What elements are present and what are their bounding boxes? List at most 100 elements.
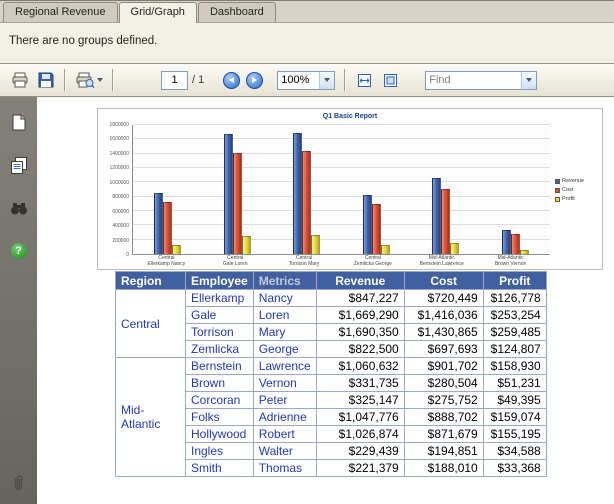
first-cell: Walter (253, 443, 316, 460)
header-employee[interactable]: Employee (186, 272, 254, 290)
tab-dashboard[interactable]: Dashboard (198, 2, 276, 22)
cost-cell: $275,752 (404, 392, 483, 409)
profit-cell: $253,254 (483, 307, 546, 324)
find-in-report-button[interactable] (6, 196, 32, 220)
grid-header-row: Region Employee Metrics Revenue Cost Pro… (116, 272, 547, 290)
bar-profit (520, 250, 529, 254)
next-page-button[interactable] (246, 72, 263, 89)
page-total-label: / 1 (192, 74, 204, 86)
profit-cell: $124,807 (483, 341, 546, 358)
revenue-cell: $229,439 (316, 443, 404, 460)
profit-cell: $159,074 (483, 409, 546, 426)
bar-revenue (154, 193, 163, 254)
bar-cost (302, 151, 311, 254)
x-axis-label: Mid-AtlanticBrown Vernon (476, 256, 545, 267)
profit-cell: $259,485 (483, 324, 546, 341)
legend-chip (555, 179, 560, 184)
previous-page-button[interactable] (223, 72, 240, 89)
bar-revenue (224, 134, 233, 254)
x-axis-label: Mid-AtlanticBernstein Lawrence (407, 256, 476, 267)
tab-regional-revenue[interactable]: Regional Revenue (3, 2, 118, 22)
revenue-cell: $325,147 (316, 392, 404, 409)
toolbar-separator (344, 69, 346, 91)
bar-cost (511, 234, 520, 254)
last-cell: Torrison (186, 324, 254, 341)
pages-icon (11, 157, 27, 174)
first-cell: Nancy (253, 290, 316, 307)
header-region[interactable]: Region (116, 272, 186, 290)
fit-page-button[interactable] (377, 68, 403, 93)
save-button[interactable] (33, 68, 59, 93)
grid-body: CentralEllerkampNancy$847,227$720,449$12… (116, 290, 547, 477)
bar-revenue (363, 195, 372, 254)
last-cell: Bernstein (186, 358, 254, 375)
viewer-sidebar: ? (0, 97, 37, 504)
bar-group (272, 125, 342, 254)
y-tick-label: 600000 (112, 209, 129, 215)
profit-cell: $158,930 (483, 358, 546, 375)
header-profit[interactable]: Profit (483, 272, 546, 290)
bar-group (342, 125, 412, 254)
cost-cell: $888,702 (404, 409, 483, 426)
report-toolbar: / 1 (0, 64, 614, 97)
profit-cell: $34,588 (483, 443, 546, 460)
y-tick-label: 1600000 (110, 136, 129, 142)
zoom-input[interactable] (278, 72, 319, 89)
bar-profit (311, 235, 320, 254)
revenue-cell: $1,690,350 (316, 324, 404, 341)
attachments-area (0, 471, 37, 495)
bar-revenue (293, 133, 302, 254)
bar-chart: Q1 Basic Report 180000016000001400000120… (97, 108, 603, 270)
x-axis-label: CentralEllerkamp Nancy (132, 256, 201, 267)
header-metrics[interactable]: Metrics (253, 272, 316, 290)
last-cell: Ingles (186, 443, 254, 460)
cost-cell: $871,679 (404, 426, 483, 443)
print-preview-button[interactable] (71, 68, 107, 93)
bar-cost (441, 189, 450, 254)
profit-cell: $126,778 (483, 290, 546, 307)
last-cell: Gale (186, 307, 254, 324)
profit-cell: $49,395 (483, 392, 546, 409)
header-revenue[interactable]: Revenue (316, 272, 404, 290)
cost-cell: $194,851 (404, 443, 483, 460)
cost-cell: $901,702 (404, 358, 483, 375)
fit-width-button[interactable] (351, 68, 377, 93)
fit-width-icon (357, 73, 372, 88)
find-input[interactable] (426, 72, 521, 89)
attachments-button[interactable] (6, 471, 32, 495)
help-button[interactable]: ? (6, 239, 32, 263)
y-tick-label: 1200000 (110, 165, 129, 171)
last-cell: Corcoran (186, 392, 254, 409)
revenue-cell: $1,060,632 (316, 358, 404, 375)
multi-page-view-button[interactable] (6, 153, 32, 177)
save-icon (38, 72, 54, 88)
last-cell: Brown (186, 375, 254, 392)
profit-cell: $155,195 (483, 426, 546, 443)
legend-item: Cost (555, 187, 600, 193)
report-viewer-window: Regional Revenue Grid/Graph Dashboard Th… (0, 0, 614, 504)
print-button[interactable] (7, 68, 33, 93)
cost-cell: $1,416,036 (404, 307, 483, 324)
find-dropdown-button[interactable] (521, 72, 536, 89)
legend-item: Revenue (555, 178, 600, 184)
page-number-input[interactable] (161, 71, 188, 90)
help-icon: ? (11, 243, 27, 259)
tab-bar: Regional Revenue Grid/Graph Dashboard (0, 0, 614, 23)
tab-grid-graph[interactable]: Grid/Graph (119, 2, 197, 23)
bar-group (481, 125, 551, 254)
y-tick-label: 400000 (112, 223, 129, 229)
find-combobox (425, 71, 537, 90)
zoom-dropdown-button[interactable] (319, 72, 334, 89)
grid-row: Mid-AtlanticBernsteinLawrence$1,060,632$… (116, 358, 547, 375)
bar-revenue (432, 178, 441, 254)
single-page-view-button[interactable] (6, 110, 32, 134)
bar-cost (372, 204, 381, 254)
cost-cell: $1,430,865 (404, 324, 483, 341)
header-cost[interactable]: Cost (404, 272, 483, 290)
first-cell: Mary (253, 324, 316, 341)
groups-panel: There are no groups defined. (0, 23, 614, 64)
chevron-down-icon (324, 78, 330, 82)
profit-cell: $33,368 (483, 460, 546, 477)
bar-profit (172, 245, 181, 254)
bar-revenue (502, 230, 511, 254)
